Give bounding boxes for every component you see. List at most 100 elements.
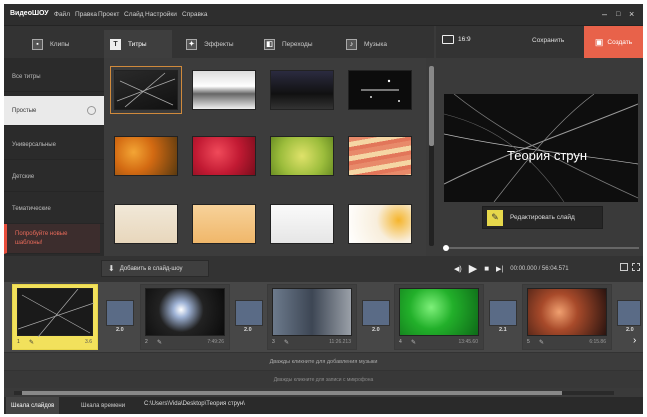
- transition-thumb[interactable]: [362, 300, 390, 326]
- title-template-thumb[interactable]: [114, 204, 178, 244]
- pencil-icon[interactable]: ✎: [284, 339, 289, 346]
- transition-thumb[interactable]: [235, 300, 263, 326]
- slide-thumbnail: [399, 288, 479, 336]
- pencil-icon[interactable]: ✎: [157, 339, 162, 346]
- voice-track[interactable]: Дважды кликните для записи с микрофона: [4, 370, 643, 388]
- timeline-slide[interactable]: 3 ✎ 11:26.213: [267, 284, 357, 350]
- sparkle-graphic: [361, 79, 400, 102]
- slide-number: 5: [527, 339, 530, 345]
- tab-transitions[interactable]: ◧ Переходы: [258, 30, 332, 58]
- title-template-thumb[interactable]: [192, 204, 256, 244]
- seek-knob[interactable]: [443, 245, 449, 251]
- tab-clips-label: Клипы: [50, 40, 70, 48]
- category-universal[interactable]: Универсальные: [4, 130, 104, 160]
- scrollbar-thumb[interactable]: [429, 66, 434, 146]
- aspect-ratio-label: 16:9: [458, 36, 471, 43]
- menu-file[interactable]: Файл: [54, 11, 70, 18]
- category-new-templates[interactable]: Попробуйте новые шаблоны!: [4, 224, 100, 254]
- chevron-right-icon[interactable]: ›: [633, 335, 636, 346]
- category-label: Все титры: [12, 73, 41, 80]
- menu-edit[interactable]: Правка: [75, 11, 97, 18]
- edit-slide-button[interactable]: ✎ Редактировать слайд: [482, 206, 603, 229]
- create-button[interactable]: ▣ Создать: [584, 26, 643, 58]
- aspect-ratio-selector[interactable]: 16:9: [442, 35, 471, 44]
- slide-thumbnail: [272, 288, 352, 336]
- film-icon: ▪: [32, 38, 43, 50]
- skip-next-icon[interactable]: ▶|: [496, 265, 503, 273]
- templates-scrollbar[interactable]: [429, 66, 434, 246]
- tab-clips[interactable]: ▪ Клипы: [26, 30, 94, 58]
- tab-slide-view-label: Шкала слайдов: [11, 402, 55, 409]
- pencil-icon[interactable]: ✎: [539, 339, 544, 346]
- timeline-slide[interactable]: 1 ✎ 3.6: [12, 284, 98, 350]
- title-template-thumb[interactable]: [192, 70, 256, 110]
- app-window: ВидеоШОУ Файл Правка Проект Слайд Настро…: [4, 4, 643, 414]
- stop-icon[interactable]: ■: [484, 264, 489, 273]
- minimize-icon[interactable]: –: [602, 9, 607, 19]
- slide-thumbnail: [527, 288, 607, 336]
- app-logo: ВидеоШОУ: [10, 10, 49, 17]
- title-template-thumb[interactable]: [270, 136, 334, 176]
- timeline-slide[interactable]: 2 ✎ 7:49:26: [140, 284, 230, 350]
- category-kids[interactable]: Детские: [4, 162, 104, 192]
- title-template-thumb[interactable]: [348, 204, 412, 244]
- timeline-scrollbar[interactable]: [14, 391, 614, 395]
- tab-titles[interactable]: T Титры: [104, 30, 172, 58]
- volume-icon[interactable]: ◀): [454, 265, 462, 273]
- slide-number: 2: [145, 339, 148, 345]
- fullscreen-icon[interactable]: [632, 263, 640, 271]
- monitor-icon: [442, 35, 454, 44]
- category-label: Тематические: [12, 205, 51, 212]
- pencil-icon[interactable]: ✎: [29, 339, 34, 346]
- music-track[interactable]: Дважды кликните для добавления музыки: [4, 352, 643, 370]
- tab-music-label: Музыка: [364, 40, 387, 48]
- category-label: Попробуйте новые шаблоны!: [15, 230, 68, 246]
- menu-slide[interactable]: Слайд: [124, 11, 144, 18]
- title-template-thumb[interactable]: [110, 66, 182, 114]
- scrollbar-thumb[interactable]: [22, 391, 562, 395]
- slide-duration: 7:49:26: [207, 339, 224, 345]
- title-template-thumb[interactable]: [348, 70, 412, 110]
- pencil-icon[interactable]: ✎: [411, 339, 416, 346]
- transition-duration: 2.0: [116, 327, 124, 333]
- transition-thumb[interactable]: [489, 300, 517, 326]
- save-button[interactable]: Сохранить: [532, 37, 564, 44]
- play-icon[interactable]: ▶: [469, 262, 477, 275]
- tab-time-view[interactable]: Шкала времени: [76, 397, 130, 414]
- tab-time-view-label: Шкала времени: [81, 402, 126, 409]
- tab-slide-view[interactable]: Шкала слайдов: [6, 397, 60, 414]
- magic-icon: ✦: [186, 38, 197, 50]
- playback-bar: ⬇ Добавить в слайд-шоу ◀) ▶ ■ ▶| 00:00.0…: [4, 256, 643, 282]
- string-lines-graphic: [116, 72, 176, 108]
- maximize-icon[interactable]: □: [616, 11, 620, 18]
- title-template-thumb[interactable]: [270, 70, 334, 110]
- slide-number: 4: [399, 339, 402, 345]
- category-all[interactable]: Все титры: [4, 62, 104, 92]
- preview-seek-bar[interactable]: [443, 245, 639, 251]
- preview-header: 16:9 Сохранить ▣ Создать: [436, 26, 643, 58]
- transition-duration: 2.1: [499, 327, 507, 333]
- transition-thumb[interactable]: [617, 300, 641, 326]
- edit-slide-label: Редактировать слайд: [510, 214, 575, 221]
- timeline-slide[interactable]: 5 ✎ 6:15.86: [522, 284, 612, 350]
- transition-thumb[interactable]: [106, 300, 134, 326]
- title-template-thumb[interactable]: [270, 204, 334, 244]
- slide-number: 1: [17, 339, 20, 345]
- tab-music[interactable]: ♪ Музыка: [340, 30, 410, 58]
- string-lines-graphic: [17, 288, 95, 338]
- title-template-thumb[interactable]: [348, 136, 412, 176]
- menu-project[interactable]: Проект: [98, 11, 119, 18]
- category-simple[interactable]: Простые: [4, 96, 104, 126]
- snapshot-icon[interactable]: [620, 263, 628, 271]
- category-thematic[interactable]: Тематические: [4, 194, 104, 224]
- preview-title-text: Теория струн: [507, 148, 588, 163]
- timeline-slide[interactable]: 4 ✎ 13:45.60: [394, 284, 484, 350]
- add-to-slideshow-button[interactable]: ⬇ Добавить в слайд-шоу: [101, 260, 209, 277]
- tab-effects[interactable]: ✦ Эффекты: [180, 30, 250, 58]
- title-template-thumb[interactable]: [114, 136, 178, 176]
- close-icon[interactable]: ×: [629, 9, 634, 19]
- text-icon: T: [110, 38, 121, 50]
- menu-help[interactable]: Справка: [182, 11, 208, 18]
- menu-settings[interactable]: Настройки: [145, 11, 177, 18]
- title-template-thumb[interactable]: [192, 136, 256, 176]
